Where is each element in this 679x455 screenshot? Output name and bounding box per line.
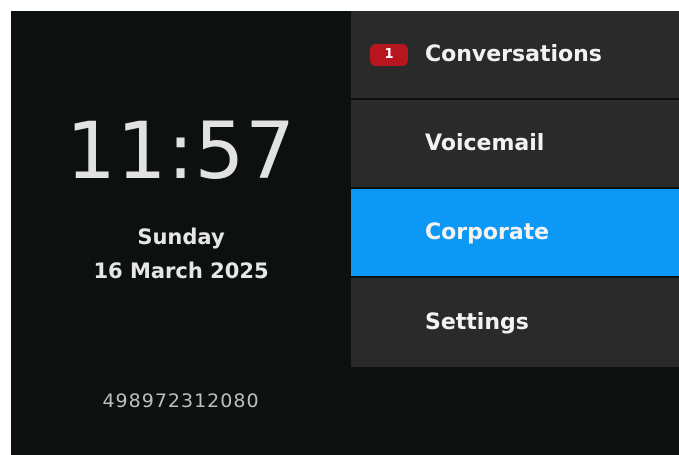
menu-item-corporate[interactable]: Corporate <box>351 189 679 278</box>
clock-time: 11:57 <box>66 107 296 197</box>
main-menu: 1 Conversations Voicemail Corporate Sett… <box>351 11 679 367</box>
menu-item-label: Corporate <box>425 219 550 245</box>
phone-screen: 11:57 Sunday 16 March 2025 498972312080 … <box>11 11 679 455</box>
device-number: 498972312080 <box>102 390 260 412</box>
idle-info-panel: 11:57 Sunday 16 March 2025 498972312080 <box>11 11 351 455</box>
menu-item-label: Voicemail <box>425 130 545 156</box>
clock-date: 16 March 2025 <box>93 259 269 283</box>
menu-item-voicemail[interactable]: Voicemail <box>351 100 679 189</box>
clock-weekday: Sunday <box>137 225 225 249</box>
menu-item-label: Settings <box>425 309 529 335</box>
menu-item-conversations[interactable]: 1 Conversations <box>351 11 679 100</box>
unread-count-badge: 1 <box>370 43 408 66</box>
menu-item-settings[interactable]: Settings <box>351 278 679 367</box>
menu-item-label: Conversations <box>425 41 602 67</box>
